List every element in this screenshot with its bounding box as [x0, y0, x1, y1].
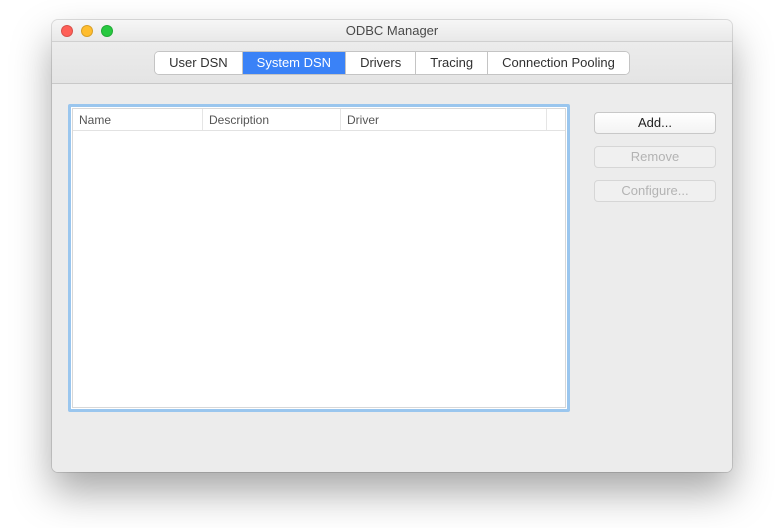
tab-label: User DSN: [169, 55, 228, 70]
column-header-description[interactable]: Description: [203, 109, 341, 130]
tab-user-dsn[interactable]: User DSN: [155, 52, 242, 74]
tab-bar: User DSN System DSN Drivers Tracing Conn…: [155, 52, 629, 74]
add-button[interactable]: Add...: [594, 112, 716, 134]
remove-button: Remove: [594, 146, 716, 168]
tab-label: Drivers: [360, 55, 401, 70]
tab-drivers[interactable]: Drivers: [345, 52, 415, 74]
window-title: ODBC Manager: [52, 23, 732, 38]
odbc-manager-window: ODBC Manager User DSN System DSN Drivers…: [52, 20, 732, 472]
column-header-driver[interactable]: Driver: [341, 109, 547, 130]
traffic-lights: [52, 25, 113, 37]
tab-tracing[interactable]: Tracing: [415, 52, 487, 74]
column-header-spacer: [547, 109, 565, 130]
titlebar: ODBC Manager: [52, 20, 732, 42]
tab-label: System DSN: [257, 55, 331, 70]
toolbar: User DSN System DSN Drivers Tracing Conn…: [52, 42, 732, 84]
button-label: Add...: [638, 115, 672, 130]
tab-system-dsn[interactable]: System DSN: [242, 52, 345, 74]
sidebar-buttons: Add... Remove Configure...: [594, 112, 716, 202]
column-label: Driver: [347, 113, 379, 127]
table-header: Name Description Driver: [73, 109, 565, 131]
zoom-icon[interactable]: [101, 25, 113, 37]
column-label: Name: [79, 113, 111, 127]
tab-connection-pooling[interactable]: Connection Pooling: [487, 52, 629, 74]
column-label: Description: [209, 113, 269, 127]
column-header-name[interactable]: Name: [73, 109, 203, 130]
close-icon[interactable]: [61, 25, 73, 37]
dsn-table[interactable]: Name Description Driver: [72, 108, 566, 408]
tab-label: Tracing: [430, 55, 473, 70]
tab-label: Connection Pooling: [502, 55, 615, 70]
configure-button: Configure...: [594, 180, 716, 202]
button-label: Configure...: [621, 183, 688, 198]
button-label: Remove: [631, 149, 679, 164]
dsn-table-frame: Name Description Driver: [68, 104, 570, 412]
content-area: Name Description Driver Add... Remove Co…: [52, 84, 732, 472]
minimize-icon[interactable]: [81, 25, 93, 37]
